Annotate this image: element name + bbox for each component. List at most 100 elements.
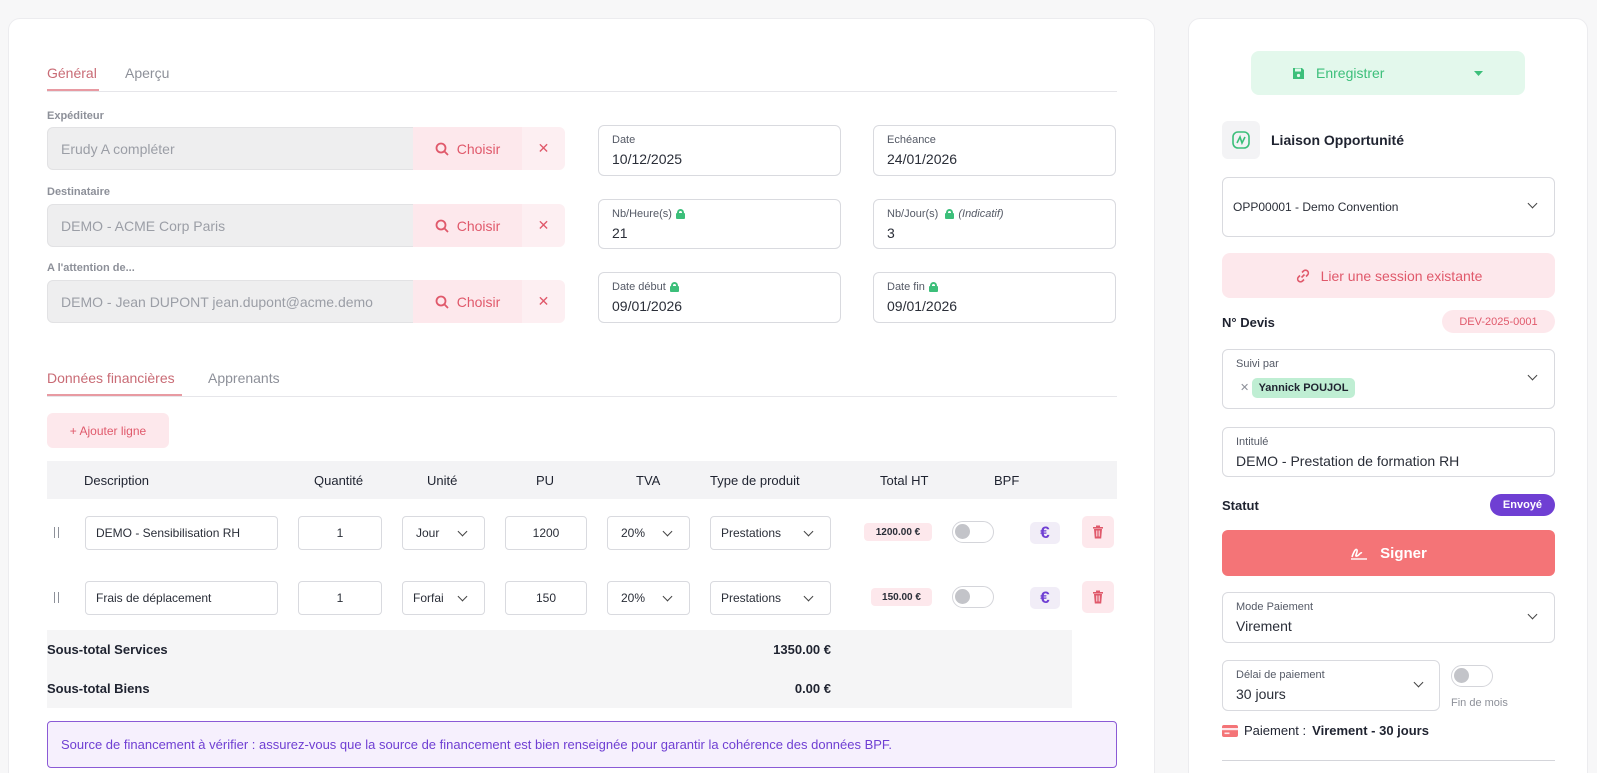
tab-apprenants[interactable]: Apprenants — [208, 370, 280, 386]
suivi-par-label: Suivi par — [1236, 358, 1279, 370]
row2-description[interactable]: Frais de déplacement — [85, 581, 278, 615]
row1-bpf-toggle[interactable] — [952, 521, 994, 543]
expediteur-choose-button[interactable]: Choisir — [413, 127, 522, 170]
row2-quantite[interactable]: 1 — [298, 581, 382, 615]
nb-jours-field[interactable]: Nb/Jour(s) (Indicatif) 3 — [873, 199, 1116, 249]
row1-tva-value: 20% — [621, 526, 646, 540]
attention-field[interactable]: DEMO - Jean DUPONT jean.dupont@acme.demo — [47, 280, 414, 323]
statut-label: Statut — [1222, 498, 1259, 513]
row1-tva-select[interactable]: 20% — [607, 516, 690, 550]
row1-pu[interactable]: 1200 — [505, 516, 587, 550]
remove-chip-icon[interactable]: ✕ — [1240, 381, 1249, 394]
search-icon — [435, 295, 449, 309]
expediteur-field[interactable]: Erudy A compléter — [47, 127, 414, 170]
subtotal-services-label: Sous-total Services — [47, 642, 168, 657]
date-debut-label: Date début — [612, 281, 666, 293]
search-icon — [435, 142, 449, 156]
lock-icon — [669, 282, 679, 292]
date-debut-field[interactable]: Date début 09/01/2026 — [598, 272, 841, 323]
lock-icon — [928, 282, 938, 292]
subtotals-band — [47, 630, 1072, 708]
save-button[interactable]: Enregistrer — [1251, 51, 1525, 95]
add-line-button[interactable]: + Ajouter ligne — [47, 413, 169, 448]
attention-label: A l'attention de... — [47, 262, 135, 274]
row2-delete-button[interactable] — [1082, 581, 1114, 613]
signature-icon — [1351, 548, 1368, 560]
echeance-label: Echéance — [887, 134, 936, 146]
chevron-down-icon — [1527, 609, 1538, 620]
status-badge: Envoyé — [1490, 494, 1555, 516]
drag-handle-icon[interactable] — [54, 527, 59, 538]
row2-tva-value: 20% — [621, 591, 646, 605]
row2-type-value: Prestations — [721, 591, 782, 605]
paiement-value: Virement - 30 jours — [1312, 723, 1429, 738]
tab-donnees-financieres[interactable]: Données financières — [47, 370, 175, 386]
liaison-icon-box — [1222, 121, 1260, 159]
suivi-par-select[interactable]: Suivi par ✕ Yannick POUJOL — [1222, 349, 1555, 409]
th-description: Description — [84, 473, 150, 488]
sign-button[interactable]: Signer — [1222, 530, 1555, 576]
date-field[interactable]: Date 10/12/2025 — [598, 125, 841, 176]
intitule-field[interactable]: Intitulé DEMO - Prestation de formation … — [1222, 427, 1555, 477]
expediteur-clear-button[interactable]: ✕ — [522, 127, 565, 170]
th-unite: Unité — [427, 473, 458, 488]
row2-unite-select[interactable]: Forfai — [402, 581, 485, 615]
euro-icon[interactable]: € — [1030, 587, 1060, 609]
echeance-field[interactable]: Echéance 24/01/2026 — [873, 125, 1116, 176]
link-session-label: Lier une session existante — [1320, 267, 1483, 284]
th-quantite: Quantité — [314, 473, 364, 488]
chevron-down-icon — [803, 591, 814, 602]
tabs-divider — [47, 91, 1117, 92]
chevron-down-icon — [662, 591, 673, 602]
row2-total-badge: 150.00 € — [871, 588, 932, 606]
attention-choose-button[interactable]: Choisir — [413, 280, 522, 323]
tab-general[interactable]: Général — [47, 65, 97, 81]
lock-icon — [945, 209, 955, 219]
choose-label: Choisir — [456, 293, 501, 310]
row1-type-select[interactable]: Prestations — [710, 516, 831, 550]
link-hub-icon — [1232, 131, 1250, 149]
intitule-value: DEMO - Prestation de formation RH — [1236, 453, 1460, 469]
date-fin-label: Date fin — [887, 281, 925, 293]
liaison-title: Liaison Opportunité — [1271, 132, 1404, 148]
drag-handle-icon[interactable] — [54, 592, 59, 603]
nb-heures-field[interactable]: Nb/Heure(s) 21 — [598, 199, 841, 249]
row1-delete-button[interactable] — [1082, 516, 1114, 548]
row1-unite-select[interactable]: Jour — [402, 516, 485, 550]
credit-card-icon — [1222, 724, 1238, 737]
destinataire-field[interactable]: DEMO - ACME Corp Paris — [47, 204, 414, 247]
euro-icon[interactable]: € — [1030, 522, 1060, 544]
save-icon — [1293, 67, 1304, 79]
row1-quantite[interactable]: 1 — [298, 516, 382, 550]
caret-down-icon[interactable] — [1474, 71, 1483, 76]
nb-jours-value: 3 — [887, 225, 895, 241]
row2-bpf-toggle[interactable] — [952, 586, 994, 608]
opportunity-select[interactable]: OPP00001 - Demo Convention — [1222, 177, 1555, 237]
destinataire-choose-button[interactable]: Choisir — [413, 204, 522, 247]
nb-heures-label: Nb/Heure(s) — [612, 208, 672, 220]
chevron-down-icon — [1527, 198, 1538, 209]
row2-pu[interactable]: 150 — [505, 581, 587, 615]
delai-paiement-select[interactable]: Délai de paiement 30 jours — [1222, 660, 1440, 711]
row1-description[interactable]: DEMO - Sensibilisation RH — [85, 516, 278, 550]
chevron-down-icon — [457, 526, 468, 537]
attention-clear-button[interactable]: ✕ — [522, 280, 565, 323]
th-bpf: BPF — [994, 473, 1020, 488]
link-session-button[interactable]: Lier une session existante — [1222, 253, 1555, 298]
devis-label: N° Devis — [1222, 315, 1275, 330]
fin-de-mois-toggle[interactable] — [1451, 665, 1493, 687]
date-fin-field[interactable]: Date fin 09/01/2026 — [873, 272, 1116, 323]
chevron-down-icon — [1527, 370, 1538, 381]
row2-tva-select[interactable]: 20% — [607, 581, 690, 615]
link-icon — [1296, 268, 1309, 283]
tab-apercu[interactable]: Aperçu — [125, 65, 169, 81]
mode-paiement-select[interactable]: Mode Paiement Virement — [1222, 592, 1555, 643]
fin-de-mois-label: Fin de mois — [1451, 697, 1508, 709]
destinataire-clear-button[interactable]: ✕ — [522, 204, 565, 247]
row1-total-badge: 1200.00 € — [864, 523, 932, 541]
intitule-label: Intitulé — [1236, 436, 1269, 448]
paiement-prefix: Paiement : — [1244, 723, 1307, 738]
date-debut-value: 09/01/2026 — [612, 298, 683, 314]
paiement-summary: Paiement : Virement - 30 jours — [1222, 723, 1429, 738]
row2-type-select[interactable]: Prestations — [710, 581, 831, 615]
